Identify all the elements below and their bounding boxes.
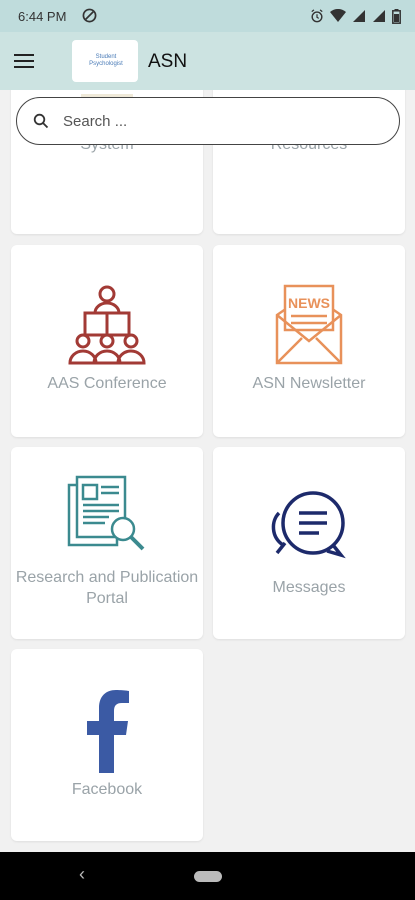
status-time: 6:44 PM [18, 9, 67, 24]
search-bar[interactable] [16, 97, 400, 145]
tile-asn-newsletter[interactable]: NEWS ASN Newsletter [213, 245, 405, 437]
tile-aas-conference[interactable]: AAS Conference [11, 245, 203, 437]
tile-grid: Learning Management System Student and T… [0, 90, 415, 852]
battery-icon [392, 8, 401, 24]
tile-label: Research and Publication Portal [15, 569, 199, 607]
menu-icon-line [14, 59, 34, 62]
back-icon[interactable]: ‹ [79, 864, 85, 885]
menu-button[interactable] [14, 50, 38, 72]
status-bar: 6:44 PM [0, 0, 415, 32]
menu-icon-line [14, 53, 34, 56]
search-input[interactable] [63, 110, 383, 132]
app-bar: Student Psychologist ASN [0, 32, 415, 90]
tile-research-publication-portal[interactable]: Research and Publication Portal [11, 447, 203, 639]
svg-text:NEWS: NEWS [288, 295, 330, 311]
tile-label: Facebook [71, 781, 143, 798]
app-title: ASN [148, 51, 188, 72]
research-icon [67, 475, 145, 551]
app-logo: Student Psychologist [72, 40, 138, 82]
conference-icon [68, 285, 146, 365]
tile-label: AAS Conference [47, 375, 167, 392]
logo-text: Student Psychologist [89, 54, 123, 67]
alarm-icon [311, 9, 323, 23]
newsletter-icon: NEWS [275, 284, 343, 365]
do-not-disturb-icon [82, 8, 97, 23]
facebook-icon [87, 690, 129, 773]
home-icon[interactable] [194, 871, 222, 882]
wifi-icon [330, 9, 346, 22]
menu-icon-line [14, 65, 34, 68]
messages-icon [271, 491, 346, 559]
signal-icon [353, 10, 365, 22]
signal-icon-2 [373, 10, 385, 22]
tile-facebook[interactable]: Facebook [11, 649, 203, 841]
tile-label: ASN Newsletter [252, 375, 366, 392]
search-icon [33, 113, 49, 129]
tile-messages[interactable]: Messages [213, 447, 405, 639]
tile-label: Messages [272, 579, 346, 596]
system-nav-bar: ‹ [0, 852, 415, 900]
